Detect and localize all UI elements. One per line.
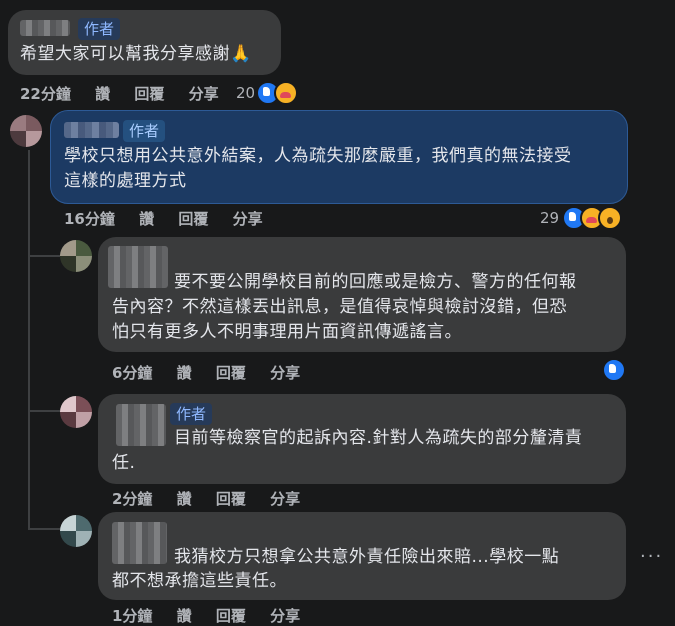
share-button[interactable]: 分享 [189, 85, 219, 103]
comment-text-line: 怕只有更多人不明事理用片面資訊傳遞謠言。 [112, 322, 462, 342]
avatar[interactable] [10, 115, 42, 147]
comment-time[interactable]: 2分鐘 [112, 490, 152, 508]
share-button[interactable]: 分享 [233, 210, 263, 228]
reaction-count[interactable]: 20 [236, 84, 255, 102]
avatar[interactable] [60, 515, 92, 547]
comment-time[interactable]: 22分鐘 [20, 85, 71, 103]
comment-actions: 6分鐘 讚 回覆 分享 [112, 362, 319, 383]
share-button[interactable]: 分享 [270, 490, 300, 508]
comment-text-line: 任. [112, 453, 136, 473]
like-button[interactable]: 讚 [95, 85, 110, 103]
author-badge: 作者 [123, 120, 166, 142]
commenter-name-redacted[interactable] [108, 246, 168, 288]
like-button[interactable]: 讚 [177, 364, 192, 382]
comment-actions: 22分鐘 讚 回覆 分享 [20, 83, 238, 104]
reply-button[interactable]: 回覆 [216, 490, 246, 508]
comment-time[interactable]: 6分鐘 [112, 364, 152, 382]
wow-reaction-icon [598, 206, 622, 230]
thread-branch [28, 528, 60, 530]
like-button[interactable]: 讚 [177, 607, 192, 625]
commenter-name-redacted[interactable] [116, 404, 166, 446]
comment-time[interactable]: 16分鐘 [64, 210, 115, 228]
share-button[interactable]: 分享 [270, 364, 300, 382]
avatar[interactable] [60, 240, 92, 272]
commenter-name-redacted[interactable] [64, 122, 119, 138]
comment-text: 希望大家可以幫我分享感謝🙏 [20, 44, 252, 64]
comment-actions: 1分鐘 讚 回覆 分享 [112, 605, 319, 626]
thread-branch [28, 255, 60, 257]
thread-line [28, 150, 30, 530]
comment-actions: 16分鐘 讚 回覆 分享 [64, 208, 282, 229]
author-badge: 作者 [78, 18, 121, 40]
comment-text-line: 目前等檢察官的起訴內容.針對人為疏失的部分釐清責 [174, 428, 583, 448]
comment-actions: 2分鐘 讚 回覆 分享 [112, 488, 319, 509]
reply-button[interactable]: 回覆 [216, 607, 246, 625]
care-reaction-icon [274, 81, 298, 105]
avatar[interactable] [60, 396, 92, 428]
comment-text-line: 都不想承擔這些責任。 [112, 571, 287, 591]
thread-branch [28, 410, 60, 412]
reply-button[interactable]: 回覆 [134, 85, 164, 103]
reply-button[interactable]: 回覆 [216, 364, 246, 382]
commenter-name-redacted[interactable] [112, 522, 167, 564]
comment-text-line: 我猜校方只想拿公共意外責任險出來賠...學校一點 [174, 547, 560, 567]
like-button[interactable]: 讚 [139, 210, 154, 228]
reaction-count[interactable]: 29 [540, 209, 559, 227]
like-reaction-icon[interactable] [602, 358, 626, 382]
reply-button[interactable]: 回覆 [178, 210, 208, 228]
share-button[interactable]: 分享 [270, 607, 300, 625]
commenter-name-redacted[interactable] [20, 20, 70, 36]
comment-text-line: 這樣的處理方式 [64, 171, 187, 191]
more-options-button[interactable]: ··· [640, 546, 663, 567]
comment-text-line: 學校只想用公共意外結案，人為疏失那麼嚴重，我們真的無法接受 [64, 146, 572, 166]
author-badge: 作者 [170, 403, 213, 425]
comment-time[interactable]: 1分鐘 [112, 607, 152, 625]
comment-text-line: 要不要公開學校目前的回應或是檢方、警方的任何報 [174, 272, 577, 292]
comment-text-line: 告內容？不然這樣丟出訊息，是值得哀悼與檢討沒錯，但恐 [112, 297, 567, 317]
like-button[interactable]: 讚 [177, 490, 192, 508]
